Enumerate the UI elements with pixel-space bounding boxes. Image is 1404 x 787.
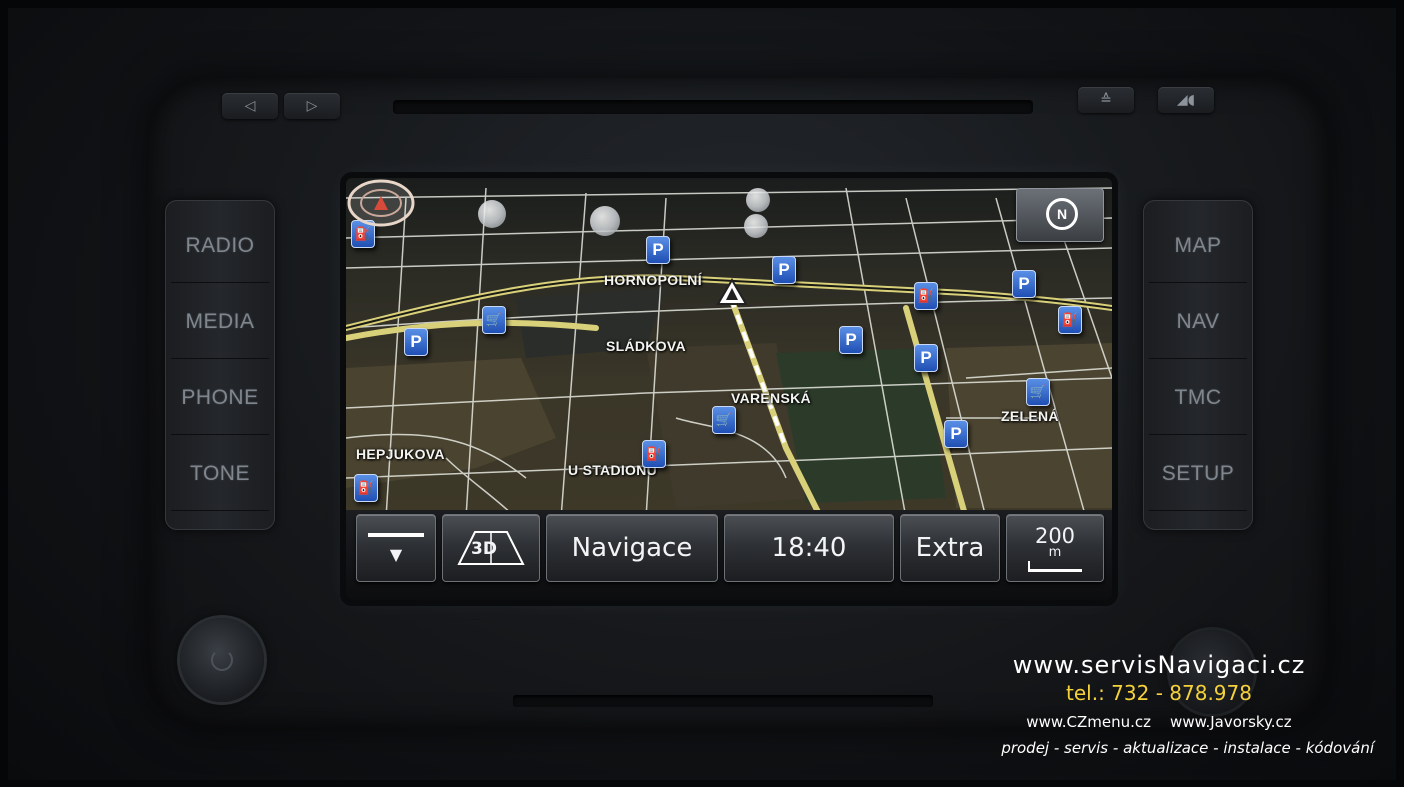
fuel-poi-icon[interactable]: ⛽ [642, 440, 666, 468]
parking-poi-icon[interactable]: P [646, 236, 670, 264]
radio-button[interactable]: RADIO [171, 210, 269, 283]
parking-poi-icon[interactable]: P [839, 326, 863, 354]
left-button-panel: RADIO MEDIA PHONE TONE [165, 200, 275, 530]
clock-time: 18:40 [771, 533, 847, 563]
nav-button[interactable]: NAV [1149, 286, 1247, 359]
parking-poi-icon[interactable]: P [944, 420, 968, 448]
phone-button[interactable]: PHONE [171, 362, 269, 435]
shopping-poi-icon[interactable]: 🛒 [482, 306, 506, 334]
parking-poi-icon[interactable]: P [914, 344, 938, 372]
clock-display: 18:40 [724, 514, 894, 582]
mute-button[interactable]: ◢◖ [1158, 87, 1214, 113]
landmark-icon [478, 200, 506, 228]
watermark-sites: www.CZmenu.cz www.Javorsky.cz [1026, 713, 1292, 731]
shopping-poi-icon[interactable]: 🛒 [712, 406, 736, 434]
cd-slot [393, 100, 1033, 114]
scale-ruler-icon [1028, 560, 1082, 572]
parking-poi-icon[interactable]: P [404, 328, 428, 356]
next-track-button[interactable]: ▷ [284, 93, 340, 119]
prev-track-button[interactable]: ◁ [222, 93, 278, 119]
extra-label: Extra [915, 533, 985, 563]
view-mode-button[interactable]: 3D [442, 514, 540, 582]
landmark-icon [744, 214, 768, 238]
scale-unit: m [1048, 544, 1062, 560]
menu-toggle-button[interactable]: ▼ [356, 514, 436, 582]
street-label: SLÁDKOVA [606, 338, 686, 354]
right-button-panel: MAP NAV TMC SETUP [1143, 200, 1253, 530]
eject-button[interactable]: ≙ [1078, 87, 1134, 113]
watermark-services: prodej - servis - aktualizace - instalac… [1001, 739, 1374, 757]
fuel-poi-icon[interactable]: ⛽ [914, 282, 938, 310]
north-compass-icon: N [1046, 198, 1078, 230]
power-volume-knob[interactable] [180, 618, 264, 702]
media-button[interactable]: MEDIA [171, 286, 269, 359]
street-label: HORNOPOLNÍ [604, 272, 702, 288]
map-scale-button[interactable]: 200 m [1006, 514, 1104, 582]
navigation-screen: N HORNOPOLNÍ SLÁDKOVA VARENSKÁ ZELENÁ HE… [346, 178, 1112, 600]
landmark-icon [590, 206, 620, 236]
power-icon [211, 649, 233, 671]
extra-button[interactable]: Extra [900, 514, 1000, 582]
car-dashboard: ◁ ▷ ≙ ◢◖ RADIO MEDIA PHONE TONE MAP NAV … [8, 8, 1396, 780]
map-view[interactable]: N HORNOPOLNÍ SLÁDKOVA VARENSKÁ ZELENÁ HE… [346, 178, 1112, 518]
watermark: www.servisNavigaci.cz tel.: 732 - 878.97… [854, 651, 1374, 757]
map-button[interactable]: MAP [1149, 210, 1247, 283]
watermark-website: www.servisNavigaci.cz [1012, 651, 1306, 679]
street-label: VARENSKÁ [731, 390, 811, 406]
vehicle-position-icon [347, 179, 415, 227]
nav-status-bar: ▼ 3D Navigace 18:40 Extra 200 m [346, 510, 1112, 600]
fuel-poi-icon[interactable]: ⛽ [1058, 306, 1082, 334]
parking-poi-icon[interactable]: P [1012, 270, 1036, 298]
tone-button[interactable]: TONE [171, 438, 269, 511]
view-mode-label: 3D [471, 539, 497, 559]
navigation-title-button[interactable]: Navigace [546, 514, 718, 582]
parking-poi-icon[interactable]: P [772, 256, 796, 284]
watermark-phone: tel.: 732 - 878.978 [1066, 681, 1252, 705]
navigation-title: Navigace [571, 533, 693, 563]
street-label: HEPJUKOVA [356, 446, 445, 462]
tmc-button[interactable]: TMC [1149, 362, 1247, 435]
street-label: ZELENÁ [1001, 408, 1059, 424]
fuel-poi-icon[interactable]: ⛽ [354, 474, 378, 502]
chevron-down-icon: ▼ [389, 544, 403, 564]
compass-button[interactable]: N [1016, 188, 1104, 242]
scale-value: 200 [1034, 523, 1076, 548]
shopping-poi-icon[interactable]: 🛒 [1026, 378, 1050, 406]
warning-icon [716, 278, 748, 305]
setup-button[interactable]: SETUP [1149, 438, 1247, 511]
road-network [346, 187, 1112, 518]
menu-bar-icon [368, 532, 424, 537]
landmark-icon [746, 188, 770, 212]
